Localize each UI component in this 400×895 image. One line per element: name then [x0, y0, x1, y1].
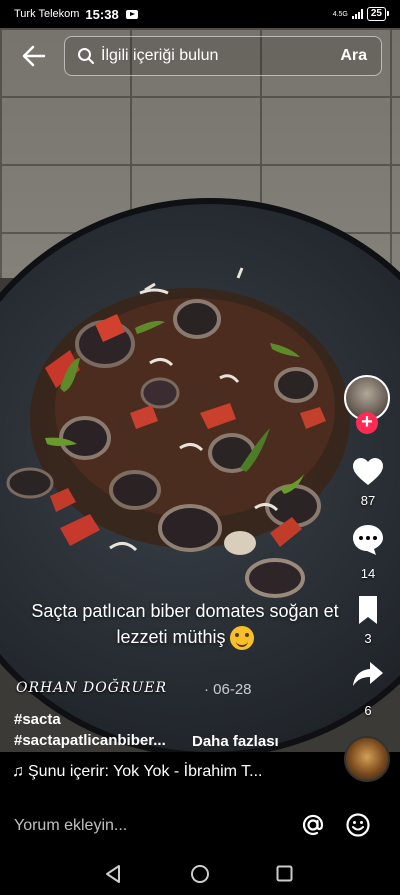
author-name[interactable]: ORHAN DOĞRUER: [16, 680, 167, 696]
video-caption: Saçta patlıcan biber domates soğan et le…: [20, 598, 350, 651]
top-bar: İlgili içeriği bulun Ara: [0, 36, 400, 76]
youtube-notification-icon: [125, 9, 138, 19]
comment-input[interactable]: Yorum ekleyin...: [14, 817, 127, 835]
music-note-icon: ♫: [12, 763, 24, 780]
yum-emoji-icon: [229, 626, 254, 651]
system-nav-bar: [0, 852, 400, 895]
clock: 15:38: [85, 6, 119, 22]
search-box[interactable]: İlgili içeriği bulun Ara: [64, 36, 382, 76]
like-count: 87: [360, 493, 376, 508]
signal-icon: [351, 9, 363, 19]
battery-icon: 25: [366, 7, 390, 21]
search-icon: [78, 48, 94, 64]
hashtag-link[interactable]: #sactapatlicanbiber...: [14, 732, 166, 749]
emoji-icon[interactable]: [345, 812, 371, 838]
nav-home-icon[interactable]: [190, 864, 210, 884]
music-disc-icon[interactable]: [344, 736, 390, 782]
share-count: 6: [364, 703, 372, 718]
carrier-label: Turk Telekom: [14, 8, 80, 20]
search-input[interactable]: İlgili içeriği bulun: [101, 47, 340, 65]
post-date: · 06-28: [204, 681, 252, 698]
share-icon[interactable]: [350, 656, 386, 692]
comment-icon[interactable]: [350, 522, 386, 558]
caption-line-2: lezzeti müthiş: [116, 627, 226, 647]
music-title[interactable]: Şunu içerir: Yok Yok - İbrahim T...: [28, 763, 263, 781]
nav-back-icon[interactable]: [104, 864, 122, 884]
comment-bar: Yorum ekleyin...: [0, 800, 400, 852]
comment-count: 14: [360, 566, 376, 581]
follow-plus-icon[interactable]: +: [356, 412, 378, 434]
search-button[interactable]: Ara: [340, 47, 367, 65]
mention-icon[interactable]: [300, 812, 326, 838]
status-bar: Turk Telekom 15:38 4.5G 25: [0, 0, 400, 28]
hashtag-link[interactable]: #sacta: [14, 711, 61, 728]
bookmark-icon[interactable]: [350, 592, 386, 628]
save-count: 3: [364, 631, 372, 646]
nav-recent-apps-icon[interactable]: [276, 865, 293, 882]
back-arrow-icon[interactable]: [20, 42, 48, 70]
more-link[interactable]: Daha fazlası: [192, 733, 279, 750]
caption-line-1: Saçta patlıcan biber domates soğan et: [31, 601, 339, 621]
heart-icon[interactable]: [350, 454, 386, 490]
network-type: 4.5G: [332, 10, 348, 18]
music-bar[interactable]: ♫ Şunu içerir: Yok Yok - İbrahim T...: [0, 752, 400, 792]
